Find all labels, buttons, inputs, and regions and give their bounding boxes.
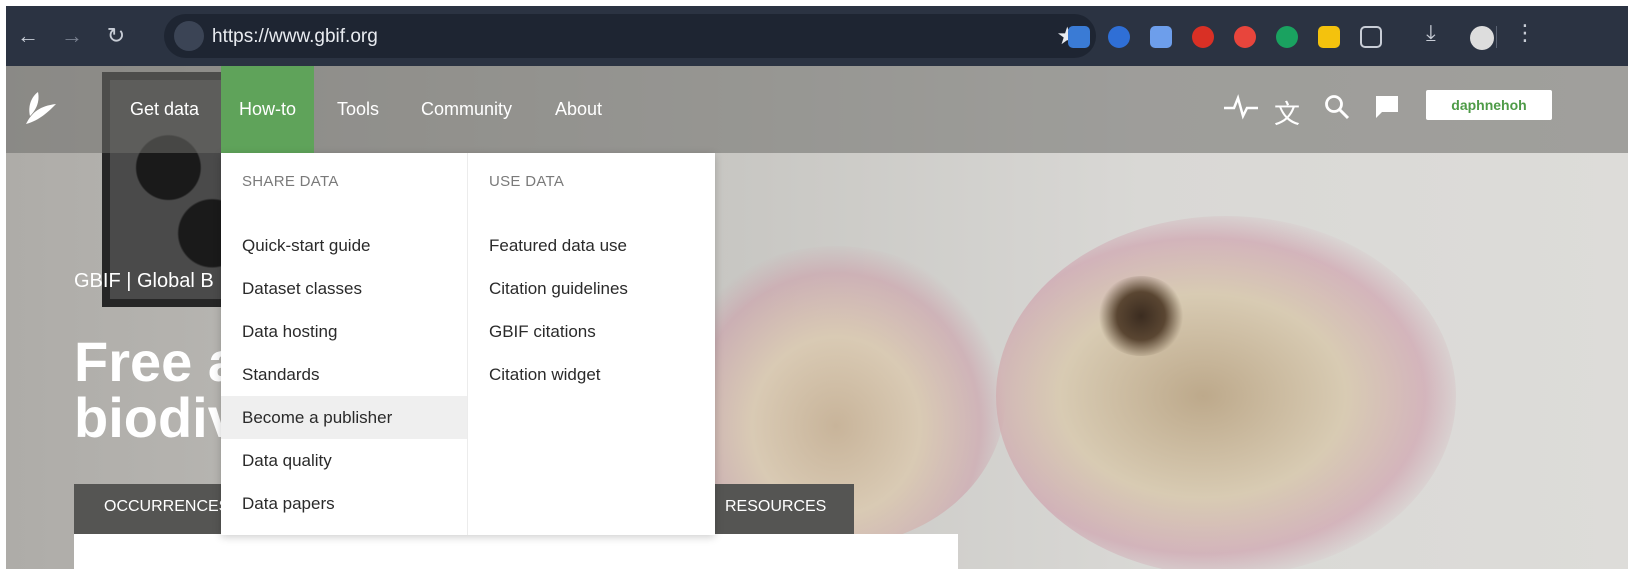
- search-icon[interactable]: [1324, 94, 1350, 127]
- how-to-dropdown: SHARE DATA Quick-start guide Dataset cla…: [221, 153, 715, 535]
- tab-resources[interactable]: RESOURCES: [725, 498, 826, 516]
- menu-item-data-quality[interactable]: Data quality: [221, 439, 467, 482]
- gbif-page: GBIF | Global B Free a biodiv OCCURRENCE…: [6, 66, 1628, 569]
- menu-item-dataset-classes[interactable]: Dataset classes: [221, 267, 467, 310]
- menu-item-data-hosting[interactable]: Data hosting: [221, 310, 467, 353]
- gbif-logo-icon[interactable]: [22, 86, 62, 130]
- hero-brand: GBIF | Global B: [74, 270, 214, 292]
- reload-icon[interactable]: ↻: [94, 6, 138, 66]
- puzzle-icon[interactable]: [1360, 26, 1382, 48]
- extension-icon-7[interactable]: [1318, 26, 1340, 48]
- health-pulse-icon[interactable]: [1224, 94, 1258, 127]
- nav-community[interactable]: Community: [403, 66, 530, 153]
- back-icon[interactable]: ←: [6, 6, 50, 66]
- nav-about[interactable]: About: [537, 66, 620, 153]
- use-data-heading: USE DATA: [489, 173, 565, 190]
- menu-item-become-a-publisher[interactable]: Become a publisher: [221, 396, 467, 439]
- extension-icon-4[interactable]: [1192, 26, 1214, 48]
- search-panel[interactable]: [74, 534, 958, 569]
- site-settings-icon[interactable]: [174, 21, 204, 51]
- screen: ← → ↻ https://www.gbif.org ★ ⤓ ⋮ GBIF | …: [0, 0, 1628, 569]
- tab-occurrences[interactable]: OCCURRENCES: [104, 498, 229, 516]
- menu-item-citation-widget[interactable]: Citation widget: [468, 353, 714, 396]
- extension-icon-1[interactable]: [1068, 26, 1090, 48]
- nav-get-data[interactable]: Get data: [112, 66, 217, 153]
- site-header: Get data How-to Tools Community About 文 …: [6, 66, 1628, 153]
- plant-specimen-right: [996, 216, 1456, 569]
- address-bar[interactable]: https://www.gbif.org ★: [164, 14, 1096, 58]
- url-text[interactable]: https://www.gbif.org: [212, 26, 378, 48]
- menu-item-standards[interactable]: Standards: [221, 353, 467, 396]
- browser-toolbar: ← → ↻ https://www.gbif.org ★ ⤓ ⋮: [6, 6, 1628, 66]
- menu-item-quick-start-guide[interactable]: Quick-start guide: [221, 224, 467, 267]
- forward-icon[interactable]: →: [50, 6, 94, 66]
- menu-kebab-icon[interactable]: ⋮: [1514, 20, 1536, 45]
- share-data-heading: SHARE DATA: [242, 173, 339, 190]
- download-icon[interactable]: ⤓: [1426, 20, 1448, 45]
- toolbar-divider: [1496, 26, 1497, 48]
- extension-icon-5[interactable]: [1234, 26, 1256, 48]
- extension-icon-6[interactable]: [1276, 26, 1298, 48]
- user-account-button[interactable]: daphnehoh: [1426, 90, 1552, 120]
- feedback-icon[interactable]: [1374, 94, 1400, 127]
- nav-how-to[interactable]: How-to: [221, 66, 315, 153]
- menu-item-citation-guidelines[interactable]: Citation guidelines: [468, 267, 714, 310]
- extension-icon-3[interactable]: [1150, 26, 1172, 48]
- menu-item-gbif-citations[interactable]: GBIF citations: [468, 310, 714, 353]
- translate-icon[interactable]: 文: [1274, 94, 1300, 131]
- profile-avatar[interactable]: [1470, 26, 1494, 50]
- plant-specimen-center: [1096, 276, 1186, 356]
- menu-item-featured-data-use[interactable]: Featured data use: [468, 224, 714, 267]
- nav-tools[interactable]: Tools: [319, 66, 397, 153]
- menu-item-data-papers[interactable]: Data papers: [221, 482, 467, 525]
- extension-icon-2[interactable]: [1108, 26, 1130, 48]
